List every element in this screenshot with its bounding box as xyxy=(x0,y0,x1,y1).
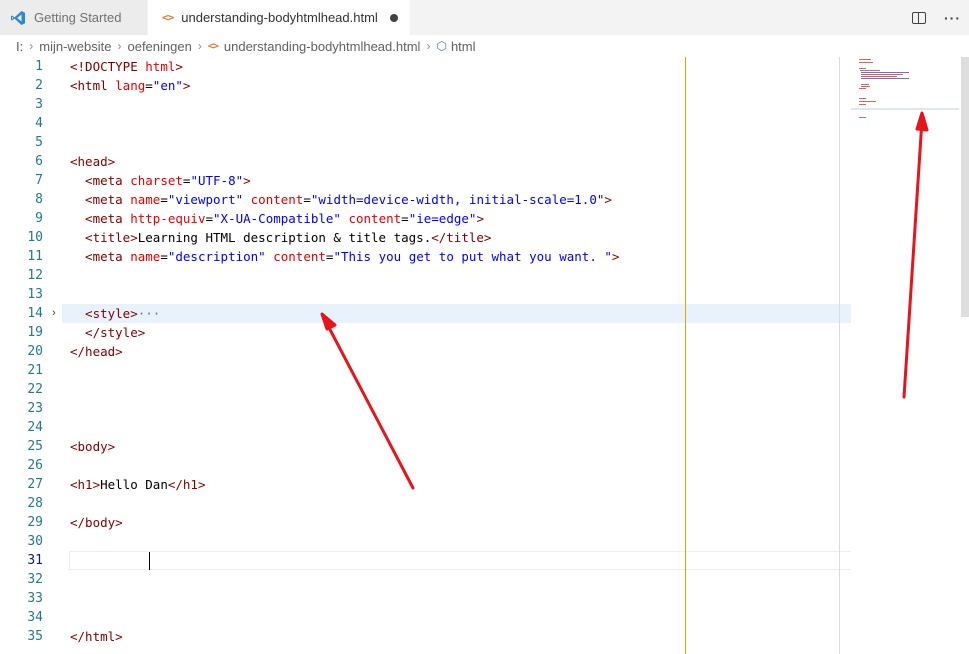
html-file-icon: <> xyxy=(162,11,174,24)
code-line: </body> xyxy=(70,515,123,530)
scrollbar-thumb[interactable] xyxy=(961,57,969,317)
breadcrumb: I: › mijn-website › oefeningen › <> unde… xyxy=(0,35,969,57)
code-line: <meta name="description" content="This y… xyxy=(70,249,620,264)
html-file-icon: <> xyxy=(207,40,219,52)
minimap-line xyxy=(860,70,880,71)
unsaved-dot-icon[interactable] xyxy=(390,14,398,22)
line-number: 10 xyxy=(27,230,43,245)
vscode-icon xyxy=(11,10,25,25)
line-number: 26 xyxy=(27,458,43,473)
code-line: <meta charset="UTF-8"> xyxy=(70,173,251,188)
line-number: 4 xyxy=(35,116,43,131)
minimap-line xyxy=(859,98,866,99)
breadcrumb-folder-mijn-website[interactable]: mijn-website xyxy=(39,39,111,54)
chevron-right-icon: › xyxy=(197,39,202,53)
chevron-right-icon: › xyxy=(426,39,431,53)
code-line: <head> xyxy=(70,154,116,169)
minimap-line xyxy=(859,88,866,89)
code-line: <!DOCTYPE html> xyxy=(70,59,183,74)
line-number: 30 xyxy=(27,534,43,549)
line-number: 24 xyxy=(27,420,43,435)
code-line: </html> xyxy=(70,629,123,644)
vertical-ruler xyxy=(685,57,686,654)
line-number: 8 xyxy=(35,192,43,207)
code-line: <body> xyxy=(70,439,116,454)
line-number: 32 xyxy=(27,572,43,587)
tab-label: Getting Started xyxy=(34,10,122,25)
line-number: 11 xyxy=(27,249,43,264)
breadcrumb-drive[interactable]: I: xyxy=(16,39,23,54)
code-text-area[interactable]: <!DOCTYPE html> <html lang="en"> <head> … xyxy=(62,57,851,654)
breadcrumb-symbol-html[interactable]: html xyxy=(451,39,476,54)
code-line: <meta http-equiv="X-UA-Compatible" conte… xyxy=(70,211,484,226)
minimap-line xyxy=(861,74,903,75)
fold-chevron-right-icon[interactable]: › xyxy=(52,304,62,323)
line-number-gutter: 1 2 3 4 5 6 7 8 9 10 11 12 13 14 › 19 20… xyxy=(0,57,62,654)
code-line: <title>Learning HTML description & title… xyxy=(70,230,492,245)
minimap-line xyxy=(861,76,897,77)
line-number: 22 xyxy=(27,382,43,397)
code-line: <meta name="viewport" content="width=dev… xyxy=(70,192,612,207)
breadcrumb-folder-oefeningen[interactable]: oefeningen xyxy=(127,39,191,54)
line-number: 13 xyxy=(27,287,43,302)
minimap-line xyxy=(861,78,909,79)
highlighted-line xyxy=(62,304,851,323)
minimap-line xyxy=(861,84,869,85)
minimap-line xyxy=(859,104,866,105)
line-number: 3 xyxy=(35,97,43,112)
line-number: 34 xyxy=(27,610,43,625)
chevron-right-icon: › xyxy=(29,39,34,53)
line-number: 12 xyxy=(27,268,43,283)
line-number: 6 xyxy=(35,154,43,169)
breadcrumb-file[interactable]: understanding-bodyhtmlhead.html xyxy=(224,39,421,54)
folded-ellipsis-icon: ··· xyxy=(137,306,161,321)
split-editor-icon[interactable] xyxy=(912,11,926,24)
minimap[interactable] xyxy=(851,57,959,654)
line-number: 27 xyxy=(27,477,43,492)
line-number: 2 xyxy=(35,78,43,93)
tab-bar: Getting Started <> understanding-bodyhtm… xyxy=(0,0,969,35)
minimap-line xyxy=(861,72,909,73)
text-cursor xyxy=(149,552,150,570)
folded-code-line[interactable]: <style>··· xyxy=(70,304,160,323)
vertical-ruler xyxy=(839,57,840,654)
current-line-box xyxy=(69,551,851,570)
symbol-element-icon: ⬡ xyxy=(436,39,447,53)
line-number: 23 xyxy=(27,401,43,416)
minimap-line xyxy=(859,68,866,69)
line-number: 7 xyxy=(35,173,43,188)
line-number: 28 xyxy=(27,496,43,511)
code-line: </style> xyxy=(70,325,146,340)
line-number: 1 xyxy=(35,59,43,74)
minimap-line xyxy=(859,117,866,118)
code-line: <html lang="en"> xyxy=(70,78,191,93)
minimap-viewport-line xyxy=(851,108,959,110)
minimap-line xyxy=(859,59,871,60)
line-number: 14 xyxy=(27,306,43,321)
line-number: 35 xyxy=(27,629,43,644)
line-number: 29 xyxy=(27,515,43,530)
tab-label: understanding-bodyhtmlhead.html xyxy=(181,10,378,25)
line-number: 20 xyxy=(27,344,43,359)
vertical-scrollbar[interactable] xyxy=(959,57,969,654)
line-number: 5 xyxy=(35,135,43,150)
minimap-line xyxy=(859,101,876,102)
code-line: <h1>Hello Dan</h1> xyxy=(70,477,206,492)
line-number: 33 xyxy=(27,591,43,606)
tab-understanding-bodyhtmlhead[interactable]: <> understanding-bodyhtmlhead.html xyxy=(148,0,410,35)
minimap-line xyxy=(861,86,870,87)
minimap-line xyxy=(859,62,873,63)
chevron-right-icon: › xyxy=(117,39,122,53)
line-number: 19 xyxy=(27,325,43,340)
tab-actions: ··· xyxy=(912,0,961,35)
more-actions-icon[interactable]: ··· xyxy=(944,10,961,26)
line-number: 21 xyxy=(27,363,43,378)
line-number: 25 xyxy=(27,439,43,454)
code-editor[interactable]: 1 2 3 4 5 6 7 8 9 10 11 12 13 14 › 19 20… xyxy=(0,57,969,654)
line-number: 9 xyxy=(35,211,43,226)
code-line: </head> xyxy=(70,344,123,359)
line-number-current: 31 xyxy=(27,553,43,568)
tab-getting-started[interactable]: Getting Started xyxy=(0,0,148,35)
